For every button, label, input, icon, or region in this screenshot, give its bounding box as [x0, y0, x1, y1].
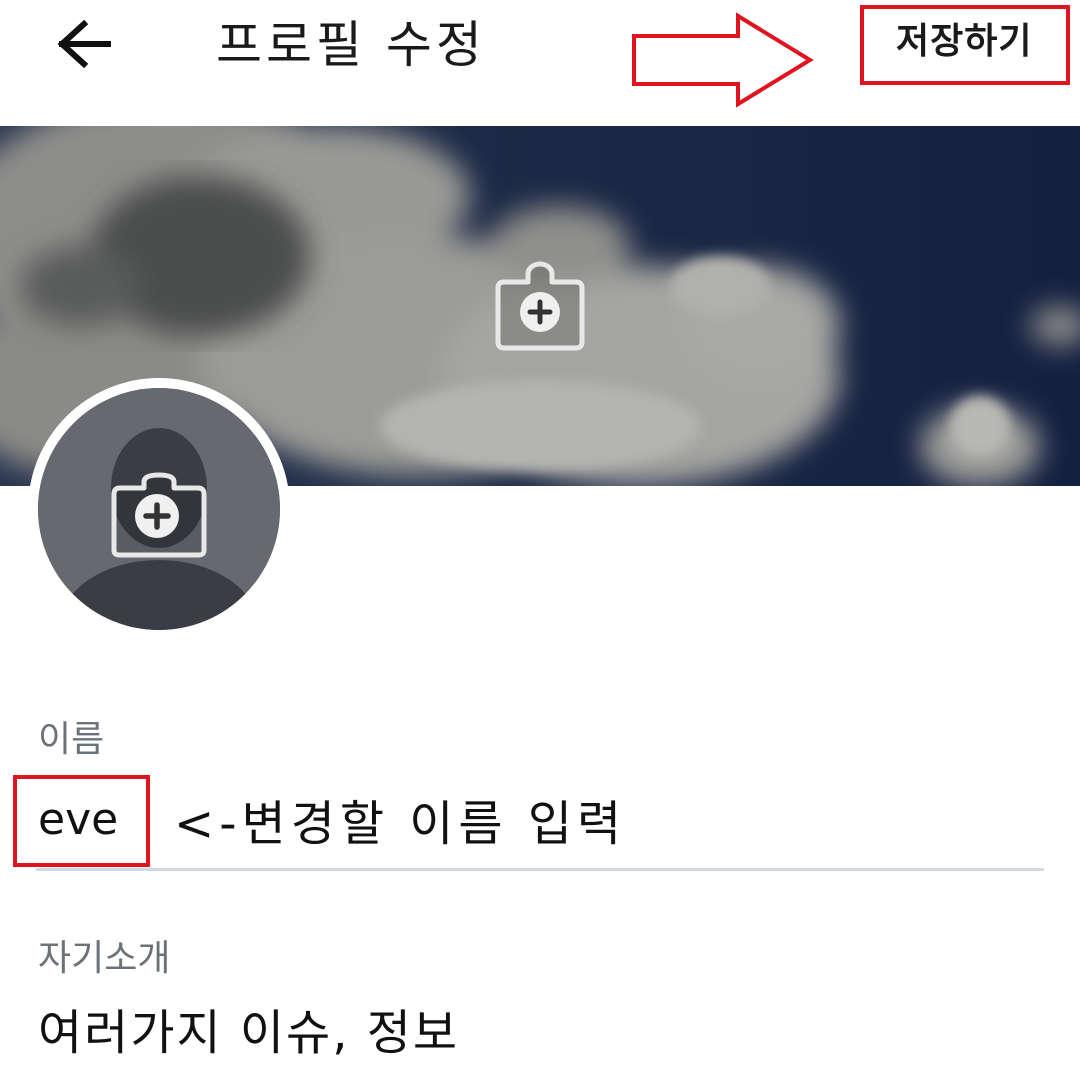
default-avatar-icon — [38, 388, 280, 630]
avatar — [28, 378, 290, 640]
bio-label: 자기소개 — [38, 938, 171, 979]
back-button[interactable] — [54, 18, 116, 70]
bio-input[interactable]: 여러가지 이슈, 정보 — [38, 1000, 459, 1066]
annotation-arrow — [632, 12, 814, 108]
avatar-image[interactable] — [38, 388, 280, 630]
header-add-photo-icon[interactable] — [494, 260, 586, 352]
page-title: 프로필 수정 — [216, 16, 486, 74]
arrow-left-icon — [57, 19, 111, 69]
edit-profile-screen: 프로필 수정 저장하기 이름 eve <-변경할 이름 입력 자기소개 여러가지… — [0, 0, 1080, 1081]
name-hint-annotation: <-변경할 이름 입력 — [174, 796, 627, 852]
name-field-underline — [36, 868, 1044, 871]
name-label: 이름 — [38, 719, 105, 760]
save-button[interactable]: 저장하기 — [896, 16, 1032, 68]
name-input[interactable]: eve — [38, 790, 118, 850]
